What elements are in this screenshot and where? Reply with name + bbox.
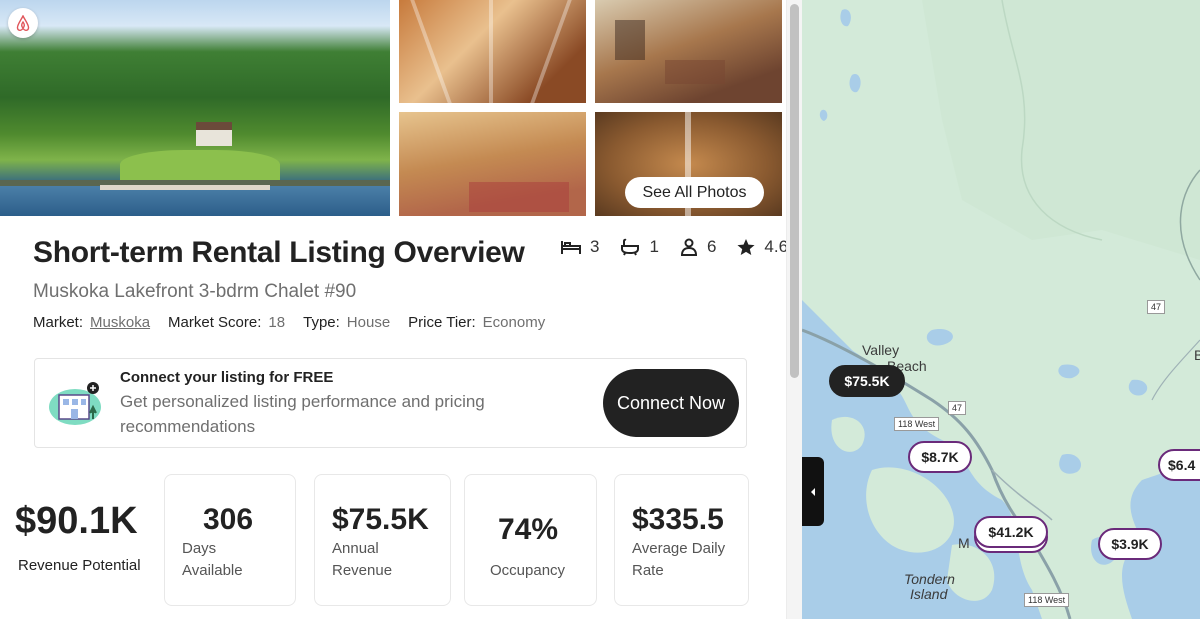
market-key: Market: — [33, 314, 84, 331]
banner-title: Connect your listing for FREE — [120, 369, 334, 386]
map-pin[interactable]: $41.2K — [974, 516, 1048, 548]
airbnb-logo-icon — [8, 8, 38, 38]
bed-icon — [561, 241, 581, 254]
listing-scrollbar[interactable] — [786, 0, 802, 619]
road-118-west-shield-2: 118 West — [1024, 593, 1070, 607]
map-pin[interactable]: $6.4 — [1158, 449, 1200, 481]
type-value: House — [346, 314, 391, 331]
map-label-b: B — [1194, 347, 1200, 363]
map-pin[interactable]: $3.9K — [1098, 528, 1162, 560]
guests-count: 6 — [706, 237, 717, 256]
rating-stat: 4.6 — [736, 237, 786, 257]
price-tier-value: Economy — [482, 314, 546, 331]
map-pin-active[interactable]: $75.5K — [829, 365, 905, 397]
market-score-value: 18 — [268, 314, 286, 331]
average-daily-rate-card: $335.5 Average Daily Rate — [614, 474, 749, 606]
market-link[interactable]: Muskoka — [90, 314, 150, 331]
map[interactable]: Valley Beach Tondern Island M B 47 47 11… — [802, 0, 1200, 619]
average-daily-rate-label: Average Daily Rate — [632, 540, 726, 579]
listing-features: 3 1 6 4.6 — [560, 236, 786, 258]
guests-stat: 6 — [679, 237, 716, 257]
bathtub-icon — [621, 238, 640, 256]
listing-name: Muskoka Lakefront 3-bdrm Chalet #90 — [33, 281, 357, 302]
annual-revenue-value: $75.5K — [332, 503, 429, 536]
house-illustration-icon — [47, 379, 107, 427]
road-118-west-shield: 118 West — [894, 417, 940, 431]
map-label-island: Island — [910, 586, 948, 602]
chevron-left-icon — [811, 487, 815, 496]
bedrooms-count: 3 — [590, 237, 600, 256]
road-47-shield-2: 47 — [948, 401, 967, 415]
bathrooms-stat: 1 — [619, 237, 659, 257]
map-label-tondern: Tondern — [904, 571, 955, 587]
map-label-valley: Valley — [862, 342, 900, 358]
photo-bedroom[interactable] — [399, 112, 586, 216]
map-pin[interactable]: $8.7K — [908, 441, 972, 473]
road-47-shield: 47 — [1147, 300, 1166, 314]
connect-listing-banner: Connect your listing for FREE Get person… — [34, 358, 747, 448]
bedrooms-stat: 3 — [560, 237, 599, 257]
photo-lounge[interactable] — [595, 0, 782, 103]
revenue-potential-value: $90.1K — [15, 500, 138, 542]
listing-meta: Market: Muskoka Market Score: 18 Type: H… — [33, 314, 563, 331]
page: See All Photos Short-term Rental Listing… — [0, 0, 1200, 619]
type-key: Type: — [303, 314, 340, 331]
scrollbar-thumb[interactable] — [790, 4, 799, 378]
connect-now-button[interactable]: Connect Now — [603, 369, 739, 437]
annual-revenue-label: Annual Revenue — [332, 540, 393, 579]
rating-value: 4.6 — [764, 237, 786, 256]
photo-gallery: See All Photos — [0, 0, 786, 216]
occupancy-label: Occupancy — [490, 562, 566, 579]
see-all-photos-button[interactable]: See All Photos — [625, 177, 764, 208]
days-available-label: Days Available — [182, 540, 243, 579]
days-available-value: 306 — [203, 503, 254, 536]
map-label-m: M — [958, 535, 970, 551]
listing-panel: See All Photos Short-term Rental Listing… — [0, 0, 786, 619]
banner-description: Get personalized listing performance and… — [120, 392, 485, 436]
collapse-panel-button[interactable] — [802, 457, 824, 526]
revenue-potential-kpi: $90.1K Revenue Potential — [15, 500, 141, 574]
occupancy-value: 74% — [498, 513, 559, 546]
photo-living-room[interactable] — [399, 0, 586, 103]
bathrooms-count: 1 — [649, 237, 659, 256]
average-daily-rate-value: $335.5 — [632, 503, 724, 536]
person-icon — [680, 238, 697, 256]
star-icon — [737, 238, 755, 256]
annual-revenue-card: $75.5K Annual Revenue — [314, 474, 451, 606]
main-photo[interactable] — [0, 0, 390, 216]
page-title: Short-term Rental Listing Overview — [33, 236, 525, 269]
market-score-key: Market Score: — [168, 314, 262, 331]
days-available-card: 306 Days Available — [164, 474, 296, 606]
revenue-potential-label: Revenue Potential — [18, 557, 141, 574]
price-tier-key: Price Tier: — [408, 314, 476, 331]
occupancy-card: 74% Occupancy — [464, 474, 597, 606]
